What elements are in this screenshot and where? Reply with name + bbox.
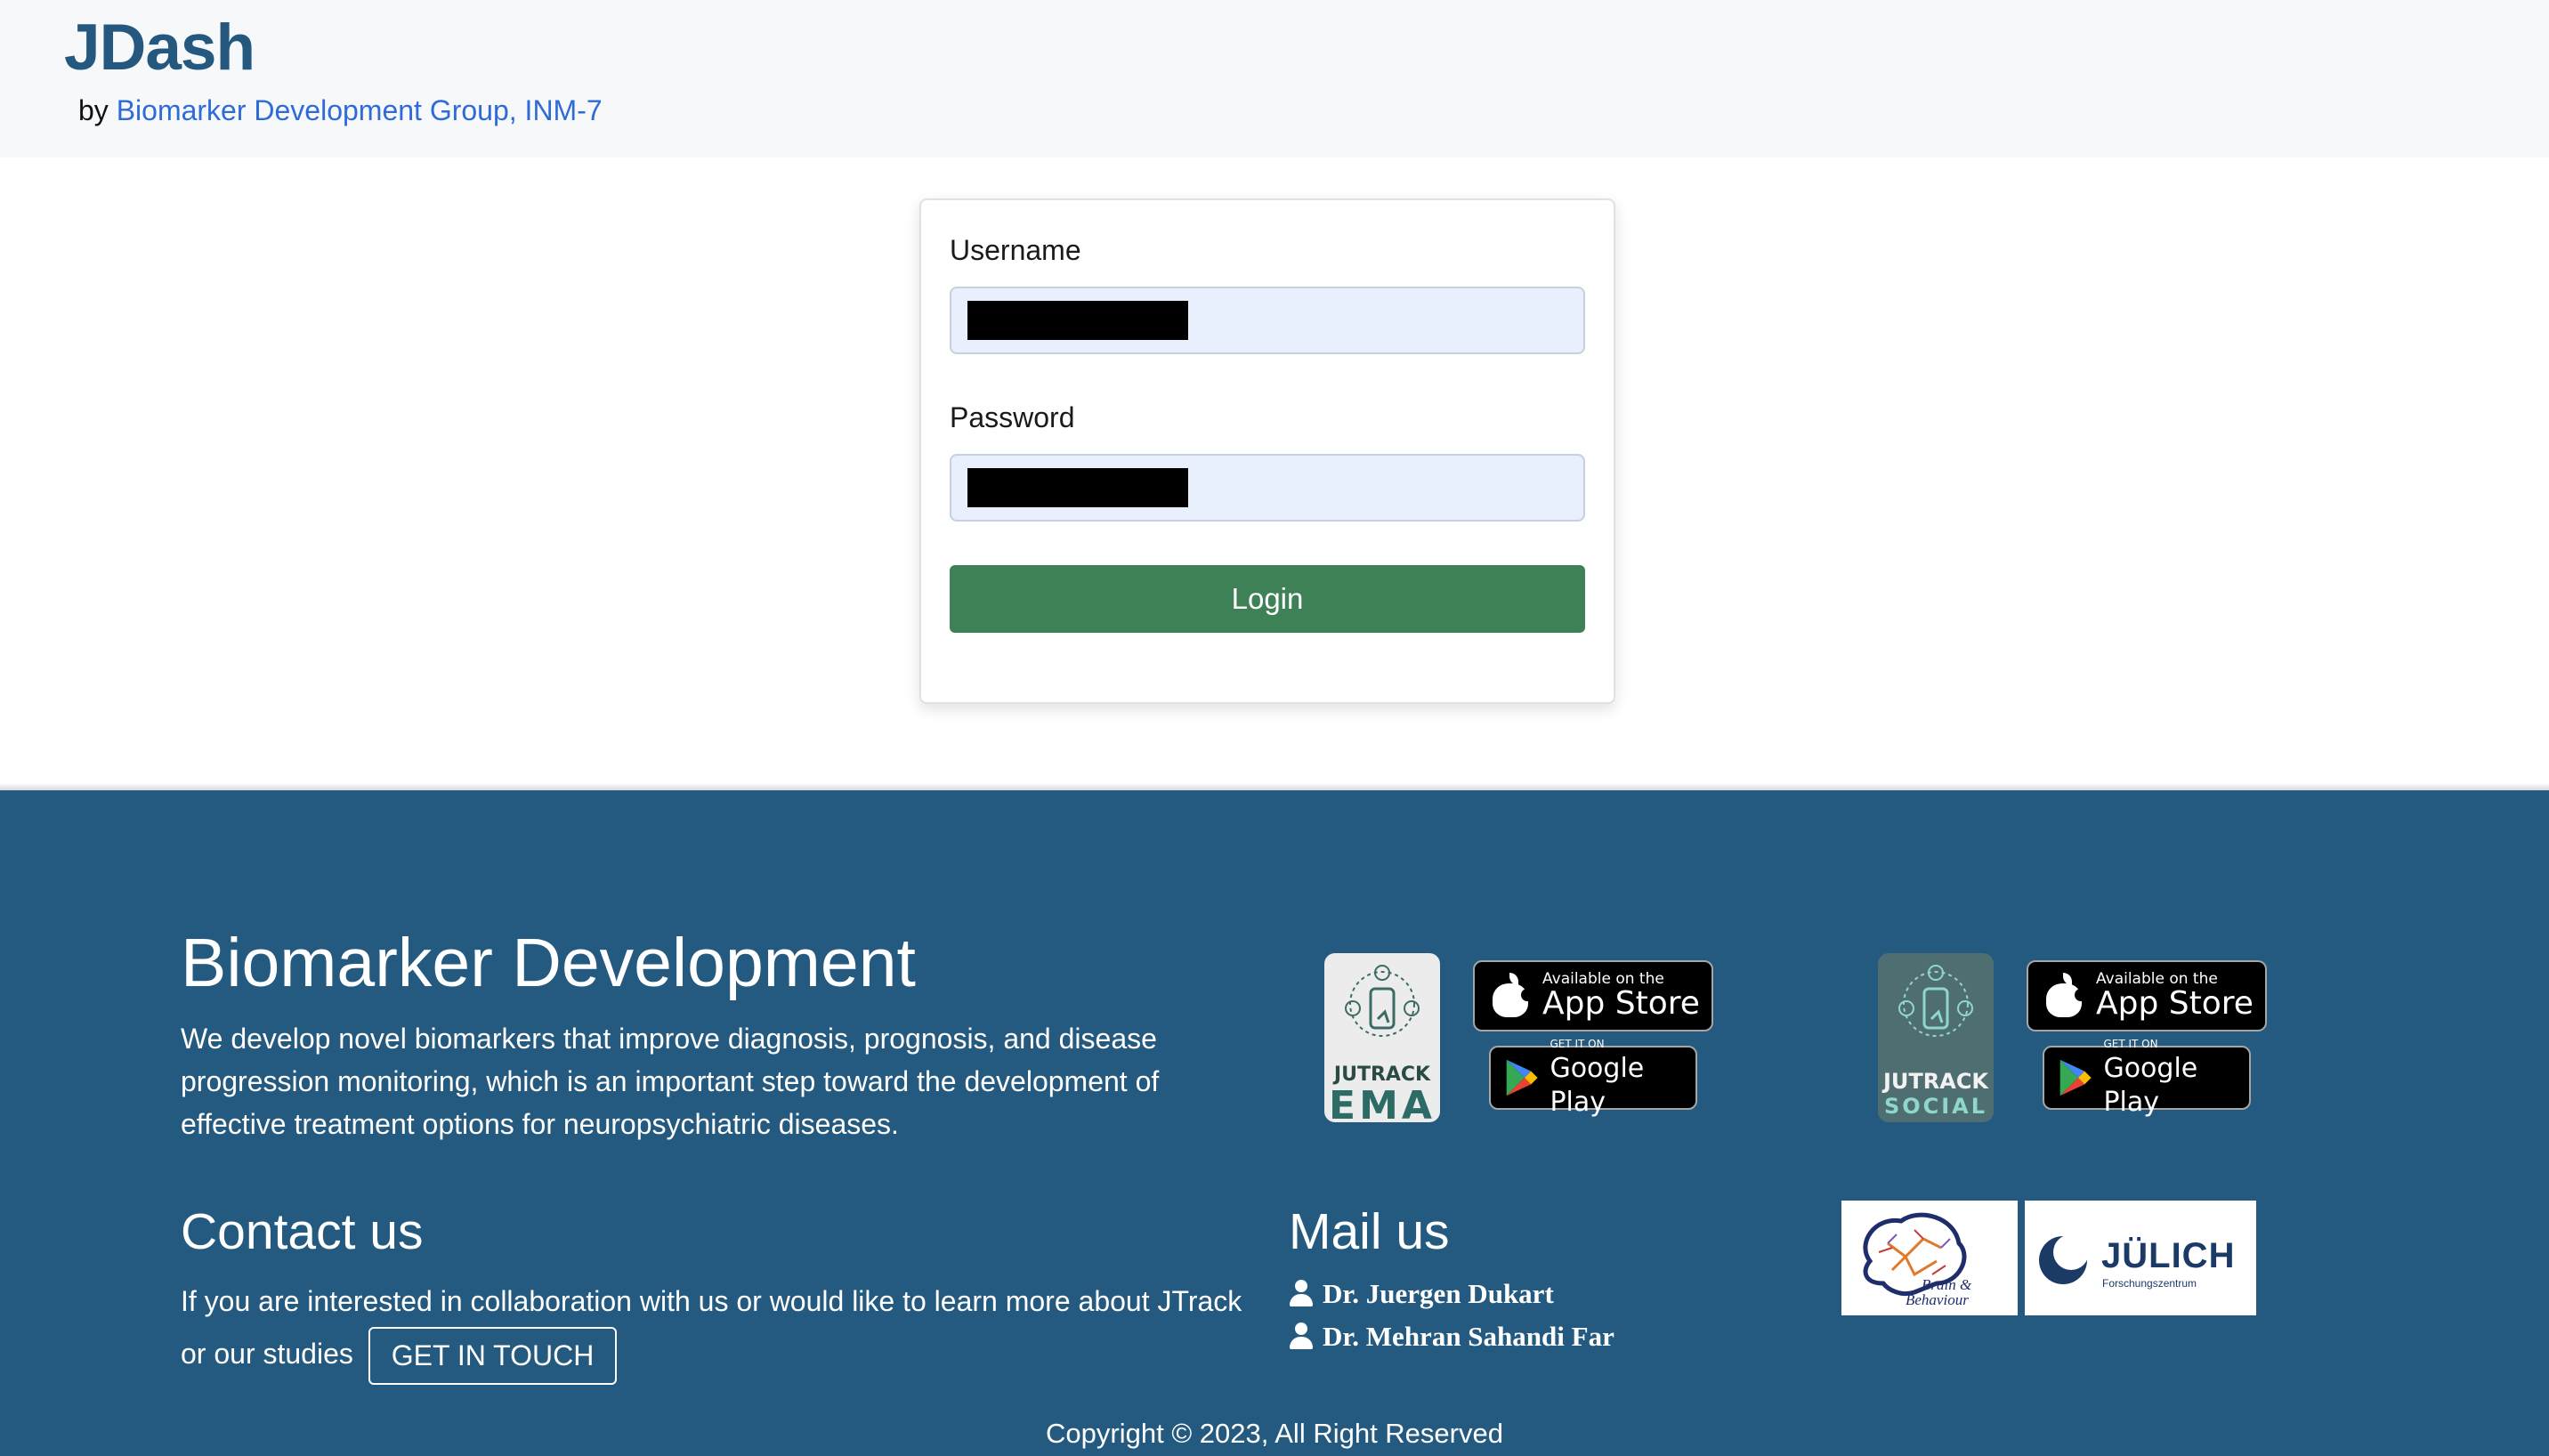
contact-name: Dr. Juergen Dukart [1323, 1278, 1554, 1309]
login-card: Username Password Login [919, 198, 1615, 704]
jutrack-social-app-icon: JUTRACK SOCIAL [1878, 953, 1994, 1122]
jutrack-ema-app-icon: JUTRACK EMA [1324, 953, 1440, 1122]
google-play-badge[interactable]: GET IT ON Google Play [1489, 1038, 1697, 1118]
app-name-line2: SOCIAL [1883, 1094, 1988, 1119]
app-name-line2: EMA [1329, 1083, 1436, 1122]
footer-title: Biomarker Development [181, 925, 916, 1001]
password-field[interactable] [950, 454, 1585, 522]
footer: Biomarker Development We develop novel b… [0, 790, 2549, 1456]
footer-description: We develop novel biomarkers that improve… [181, 1023, 1160, 1140]
username-label: Username [950, 234, 1081, 266]
julich-subtitle: Forschungszentrum [2102, 1277, 2197, 1290]
phone-icon [1345, 965, 1420, 1037]
org-link[interactable]: Biomarker Development Group, INM-7 [117, 94, 603, 126]
password-label: Password [950, 401, 1075, 433]
badge-small-text: GET IT ON [1550, 1038, 1605, 1050]
brain-behaviour-logo: Brain & Behaviour [1841, 1201, 2018, 1315]
badge-big-text: Google Play [1550, 1053, 1645, 1118]
redacted-password [967, 468, 1188, 507]
app-store-badge[interactable]: Available on the App Store [2027, 960, 2267, 1031]
person-icon [1289, 1323, 1314, 1351]
contact-text-block: If you are interested in collaboration w… [181, 1275, 1249, 1385]
contact-heading: Contact us [181, 1203, 424, 1260]
julich-mark-icon [2039, 1234, 2089, 1284]
mail-contact-item[interactable]: Dr. Juergen Dukart [1289, 1278, 1554, 1310]
badge-small-text: GET IT ON [2103, 1038, 2158, 1050]
mail-heading: Mail us [1289, 1203, 1450, 1260]
apple-icon [1491, 973, 1533, 1017]
phone-icon [1898, 965, 1973, 1037]
mail-contact-item[interactable]: Dr. Mehran Sahandi Far [1289, 1321, 1614, 1353]
badge-big-text: App Store [1542, 985, 1700, 1022]
brain-caption-1: Brain & [1922, 1276, 1972, 1293]
google-play-icon [2059, 1059, 2092, 1096]
login-button[interactable]: Login [950, 565, 1585, 633]
person-icon [1289, 1280, 1314, 1308]
google-play-badge[interactable]: GET IT ON Google Play [2043, 1038, 2251, 1118]
google-play-icon [1506, 1059, 1538, 1096]
byline-prefix: by [78, 94, 109, 126]
julich-name: JÜLICH [2101, 1236, 2236, 1275]
get-in-touch-button[interactable]: GET IN TOUCH [368, 1327, 618, 1385]
contact-name: Dr. Mehran Sahandi Far [1323, 1321, 1614, 1352]
redacted-username [967, 301, 1188, 340]
badge-big-text: Google Play [2103, 1053, 2198, 1118]
app-title: JDash [64, 12, 255, 84]
julich-logo: JÜLICH Forschungszentrum [2025, 1201, 2256, 1315]
username-field[interactable] [950, 287, 1585, 354]
top-header: JDash by Biomarker Development Group, IN… [0, 0, 2549, 158]
badge-big-text: App Store [2096, 985, 2254, 1022]
apple-icon [2044, 973, 2087, 1017]
app-name-line1: JUTRACK [1882, 1069, 1989, 1094]
copyright: Copyright © 2023, All Right Reserved [1046, 1418, 1503, 1449]
contact-text: If you are interested in collaboration w… [181, 1285, 1242, 1370]
brain-caption-2: Behaviour [1906, 1291, 1969, 1308]
app-store-badge[interactable]: Available on the App Store [1473, 960, 1713, 1031]
byline: by Biomarker Development Group, INM-7 [78, 94, 603, 127]
